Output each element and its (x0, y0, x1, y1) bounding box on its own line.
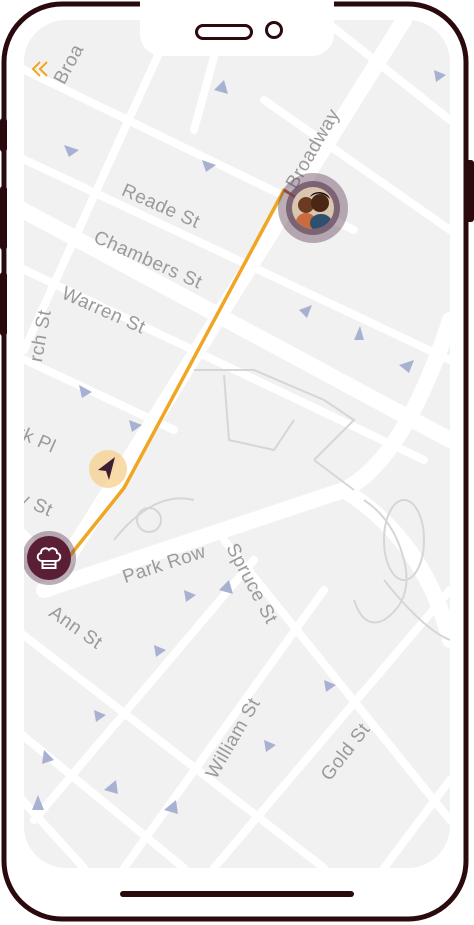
home-indicator[interactable] (120, 891, 354, 897)
restaurant-marker[interactable] (24, 531, 76, 585)
customer-avatar (292, 187, 334, 229)
speaker-grille (195, 24, 253, 40)
map-screen[interactable]: Broadway Reade St Chambers St Warren St … (24, 20, 450, 868)
customer-marker[interactable] (278, 173, 348, 243)
back-button[interactable] (28, 58, 52, 82)
phone-frame: Broadway Reade St Chambers St Warren St … (0, 0, 474, 925)
chef-hat-icon (36, 547, 62, 569)
double-chevron-left-icon (31, 61, 48, 77)
front-camera (265, 21, 283, 39)
navigation-arrow-icon (98, 457, 115, 480)
courier-marker[interactable] (89, 450, 127, 488)
